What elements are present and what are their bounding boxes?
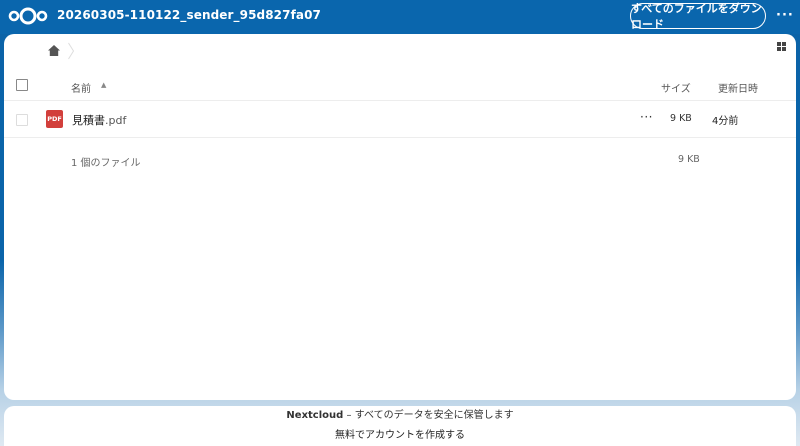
nextcloud-logo[interactable] [8,6,48,26]
file-modified: 4分前 [712,116,739,127]
row-checkbox[interactable] [16,114,28,126]
file-extension: .pdf [105,114,127,127]
breadcrumb [48,43,60,57]
more-menu-icon[interactable]: ··· [776,8,794,23]
file-name[interactable]: 見積書.pdf [72,112,126,128]
top-header: 20260305-110122_sender_95d827fa07 すべてのファ… [0,0,800,34]
pdf-file-icon: PDF [46,110,63,128]
grid-view-icon[interactable] [777,42,786,51]
file-list-card: 名前 ▲ サイズ 更新日時 PDF 見積書.pdf ··· 9 KB 4分前 1… [4,34,796,400]
download-all-button[interactable]: すべてのファイルをダウンロード [630,2,766,31]
footer-brand[interactable]: Nextcloud [286,410,343,421]
footer: Nextcloud – すべてのデータを安全に保管します 無料でアカウントを作成… [4,406,796,446]
column-header-size[interactable]: サイズ [661,80,691,95]
signup-link[interactable]: 無料でアカウントを作成する [4,426,796,441]
summary-file-count: 1 個のファイル [71,158,141,169]
column-header-name[interactable]: 名前 [71,80,91,95]
footer-tagline: Nextcloud – すべてのデータを安全に保管します [4,406,796,421]
summary-total-size: 9 KB [678,154,700,165]
table-row[interactable]: PDF 見積書.pdf ··· 9 KB 4分前 [4,101,796,138]
file-basename: 見積書 [72,114,105,127]
file-actions-icon[interactable]: ··· [640,110,653,124]
home-icon[interactable] [48,44,60,56]
select-all-checkbox[interactable] [16,79,28,91]
file-size: 9 KB [670,113,692,124]
footer-tagline-text: – すべてのデータを安全に保管します [343,410,514,421]
breadcrumb-chevron-icon [68,42,74,60]
sort-ascending-icon: ▲ [101,81,107,89]
table-header-row: 名前 ▲ サイズ 更新日時 [4,72,796,101]
share-title: 20260305-110122_sender_95d827fa07 [57,8,322,22]
column-header-modified[interactable]: 更新日時 [718,80,758,95]
